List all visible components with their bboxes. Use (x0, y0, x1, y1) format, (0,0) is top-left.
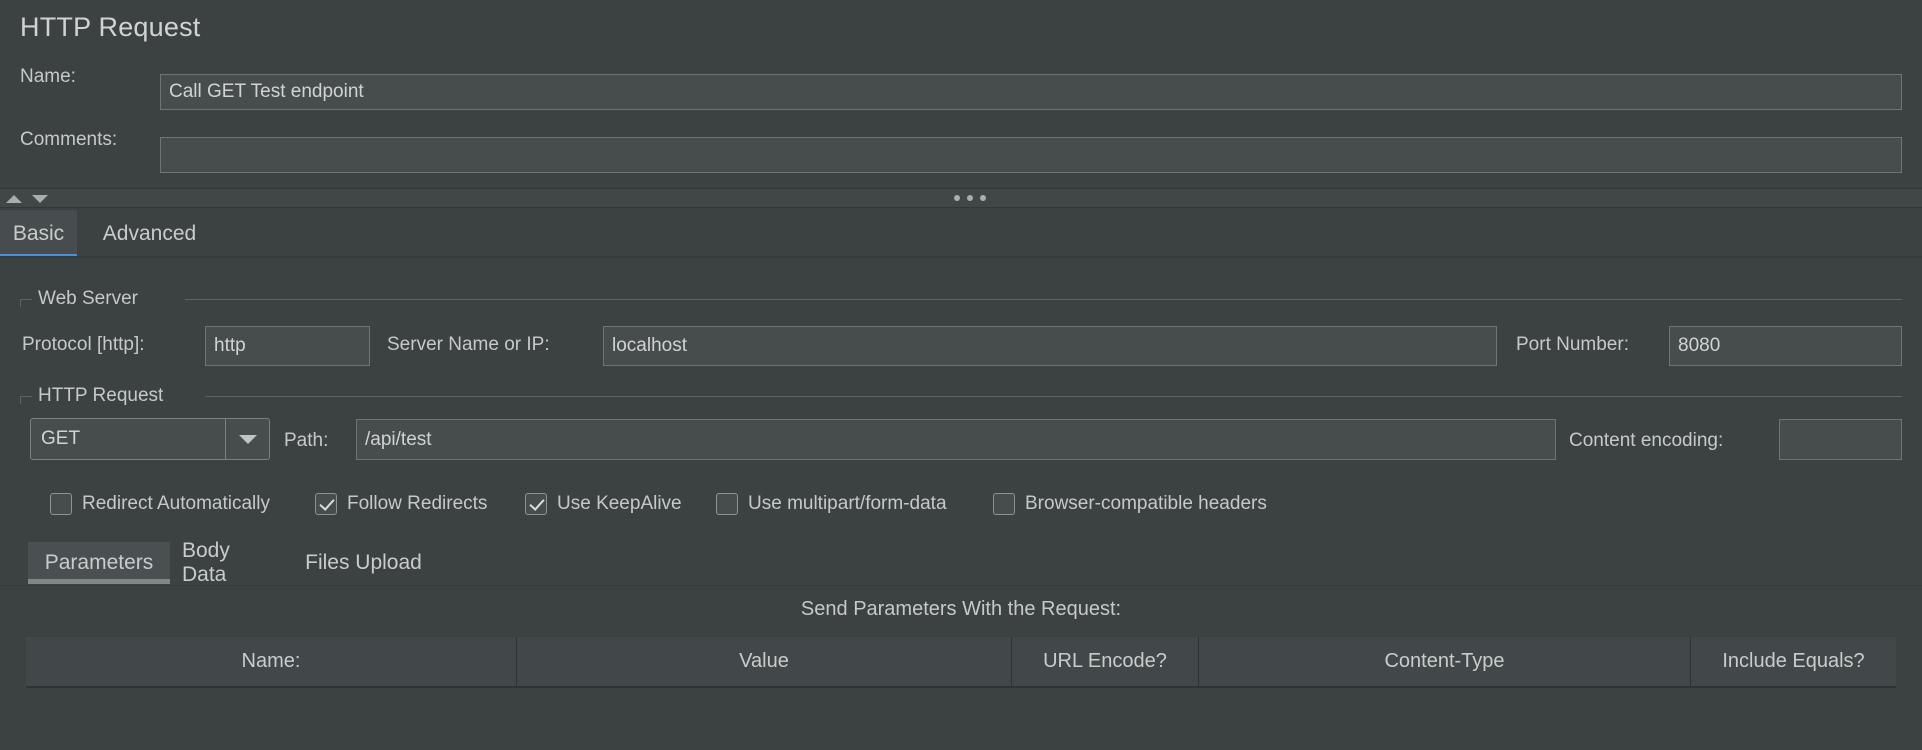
http-method-dropdown[interactable]: GET (30, 418, 270, 460)
comments-label: Comments: (20, 129, 117, 151)
content-encoding-input[interactable] (1779, 419, 1902, 460)
checkbox-follow-redirects[interactable]: Follow Redirects (315, 488, 487, 520)
checkbox-box[interactable] (716, 493, 738, 515)
protocol-label: Protocol [http]: (22, 334, 145, 356)
checkbox-label: Follow Redirects (347, 493, 487, 515)
checkbox-box[interactable] (993, 493, 1015, 515)
checkbox-label: Use multipart/form-data (748, 493, 947, 515)
path-input[interactable] (356, 419, 1556, 460)
subtab-parameters-label: Parameters (45, 551, 154, 575)
parameters-table-body[interactable] (26, 688, 1896, 750)
http-method-dropdown-button[interactable] (225, 419, 269, 459)
server-name-label: Server Name or IP: (387, 334, 550, 356)
checkbox-label: Use KeepAlive (557, 493, 682, 515)
subtab-files-upload[interactable]: Files Upload (292, 542, 435, 584)
checkbox-box[interactable] (525, 493, 547, 515)
name-label: Name: (20, 66, 76, 88)
tab-advanced[interactable]: Advanced (77, 210, 222, 258)
path-label: Path: (284, 430, 328, 452)
checkbox-browser-compatible-headers[interactable]: Browser-compatible headers (993, 488, 1267, 520)
subtab-parameters[interactable]: Parameters (28, 542, 170, 584)
column-header-content-type[interactable]: Content-Type (1199, 637, 1691, 686)
protocol-input[interactable] (205, 326, 370, 366)
checkbox-redirect-automatically[interactable]: Redirect Automatically (50, 488, 270, 520)
parameters-subtabbar: Parameters Body Data Files Upload (0, 542, 1922, 588)
checkbox-use-keepalive[interactable]: Use KeepAlive (525, 488, 682, 520)
triangle-up-icon[interactable] (6, 195, 22, 203)
column-header-name[interactable]: Name: (26, 637, 517, 686)
tabbar-baseline (0, 256, 1922, 258)
subtab-files-upload-label: Files Upload (305, 551, 422, 575)
http-request-group-title: HTTP Request (32, 385, 169, 407)
checkbox-label: Redirect Automatically (82, 493, 270, 515)
panel-splitter[interactable] (0, 188, 1922, 208)
checkbox-label: Browser-compatible headers (1025, 493, 1267, 515)
checkbox-use-multipart-form-data[interactable]: Use multipart/form-data (716, 488, 947, 520)
http-method-value: GET (31, 428, 225, 450)
content-encoding-label: Content encoding: (1569, 430, 1723, 452)
server-name-input[interactable] (603, 326, 1497, 366)
column-header-value[interactable]: Value (517, 637, 1012, 686)
three-dots-icon[interactable] (954, 195, 986, 201)
page-title: HTTP Request (20, 12, 200, 43)
tab-basic[interactable]: Basic (0, 210, 77, 258)
tab-advanced-label: Advanced (103, 222, 196, 246)
checkbox-box[interactable] (315, 493, 337, 515)
checkbox-box[interactable] (50, 493, 72, 515)
port-number-label: Port Number: (1516, 334, 1629, 356)
subtabbar-baseline (0, 585, 1922, 586)
subtab-parameters-underline (28, 579, 170, 584)
parameters-table-header: Name: Value URL Encode? Content-Type Inc… (26, 637, 1896, 688)
tab-basic-label: Basic (13, 222, 64, 246)
subtab-body-data-label: Body Data (182, 539, 280, 587)
main-tabbar: Basic Advanced (0, 210, 1922, 258)
chevron-down-icon (239, 435, 257, 444)
port-number-input[interactable] (1669, 326, 1902, 366)
column-header-url-encode[interactable]: URL Encode? (1012, 637, 1199, 686)
parameters-table-caption: Send Parameters With the Request: (0, 598, 1922, 621)
subtab-body-data[interactable]: Body Data (170, 542, 292, 584)
web-server-group-title: Web Server (32, 288, 144, 310)
triangle-down-icon[interactable] (32, 195, 48, 203)
name-input[interactable] (160, 74, 1902, 110)
comments-input[interactable] (160, 137, 1902, 173)
http-request-panel: HTTP Request Name: Comments: Basic Advan… (0, 0, 1922, 750)
column-header-include-equals[interactable]: Include Equals? (1691, 637, 1896, 686)
